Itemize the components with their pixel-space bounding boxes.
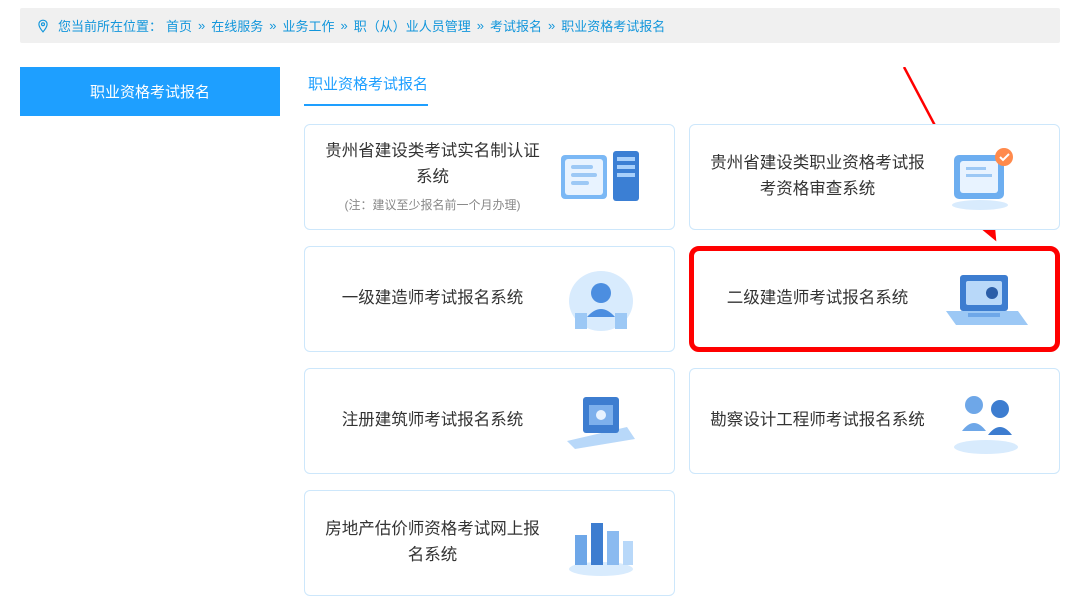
- cards-grid: 贵州省建设类考试实名制认证系统 (注：建议至少报名前一个月办理): [304, 124, 1060, 596]
- breadcrumb-sep: »: [477, 18, 484, 33]
- card-title: 一级建造师考试报名系统: [342, 289, 524, 307]
- breadcrumb-item-3[interactable]: 职（从）业人员管理: [354, 16, 471, 35]
- breadcrumb-sep: »: [548, 18, 555, 33]
- section-title: 职业资格考试报名: [304, 67, 428, 106]
- card-illustration: [546, 380, 656, 462]
- breadcrumb: 您当前所在位置： 首页 » 在线服务 » 业务工作 » 职（从）业人员管理 » …: [20, 8, 1060, 43]
- card-title: 贵州省建设类职业资格考试报考资格审查系统: [710, 154, 925, 198]
- breadcrumb-item-5[interactable]: 职业资格考试报名: [561, 16, 665, 35]
- card-registered-architect[interactable]: 注册建筑师考试报名系统: [304, 368, 675, 474]
- card-note: (注：建议至少报名前一个月办理): [319, 196, 546, 215]
- sidebar: 职业资格考试报名: [20, 67, 280, 116]
- card-illustration: [931, 258, 1041, 340]
- breadcrumb-item-1[interactable]: 在线服务: [211, 16, 263, 35]
- breadcrumb-sep: »: [341, 18, 348, 33]
- card-illustration: [931, 380, 1041, 462]
- breadcrumb-item-4[interactable]: 考试报名: [490, 16, 542, 35]
- card-title: 房地产估价师资格考试网上报名系统: [325, 520, 540, 564]
- sidebar-item-exam-registration[interactable]: 职业资格考试报名: [20, 67, 280, 116]
- card-real-estate-appraiser[interactable]: 房地产估价师资格考试网上报名系统: [304, 490, 675, 596]
- card-illustration: [931, 136, 1041, 218]
- breadcrumb-sep: »: [198, 18, 205, 33]
- breadcrumb-item-0[interactable]: 首页: [166, 16, 192, 35]
- card-survey-design-engineer[interactable]: 勘察设计工程师考试报名系统: [689, 368, 1060, 474]
- card-illustration: [546, 258, 656, 340]
- breadcrumb-item-2[interactable]: 业务工作: [283, 16, 335, 35]
- card-realname-auth[interactable]: 贵州省建设类考试实名制认证系统 (注：建议至少报名前一个月办理): [304, 124, 675, 230]
- card-illustration: [546, 502, 656, 584]
- breadcrumb-label: 您当前所在位置：: [58, 16, 162, 35]
- card-level1-engineer[interactable]: 一级建造师考试报名系统: [304, 246, 675, 352]
- breadcrumb-sep: »: [269, 18, 276, 33]
- card-level2-engineer[interactable]: 二级建造师考试报名系统: [689, 246, 1060, 352]
- content: 职业资格考试报名 贵州省建设类考试实名制认证系统 (注：建议至少报名前一个月办理…: [304, 67, 1060, 596]
- sidebar-item-label: 职业资格考试报名: [90, 84, 210, 101]
- card-title: 贵州省建设类考试实名制认证系统: [325, 142, 540, 186]
- card-title: 勘察设计工程师考试报名系统: [710, 411, 925, 429]
- card-title: 注册建筑师考试报名系统: [342, 411, 524, 429]
- card-qualification-review[interactable]: 贵州省建设类职业资格考试报考资格审查系统: [689, 124, 1060, 230]
- location-icon: [36, 19, 50, 33]
- card-illustration: [546, 136, 656, 218]
- card-title: 二级建造师考试报名系统: [727, 289, 909, 307]
